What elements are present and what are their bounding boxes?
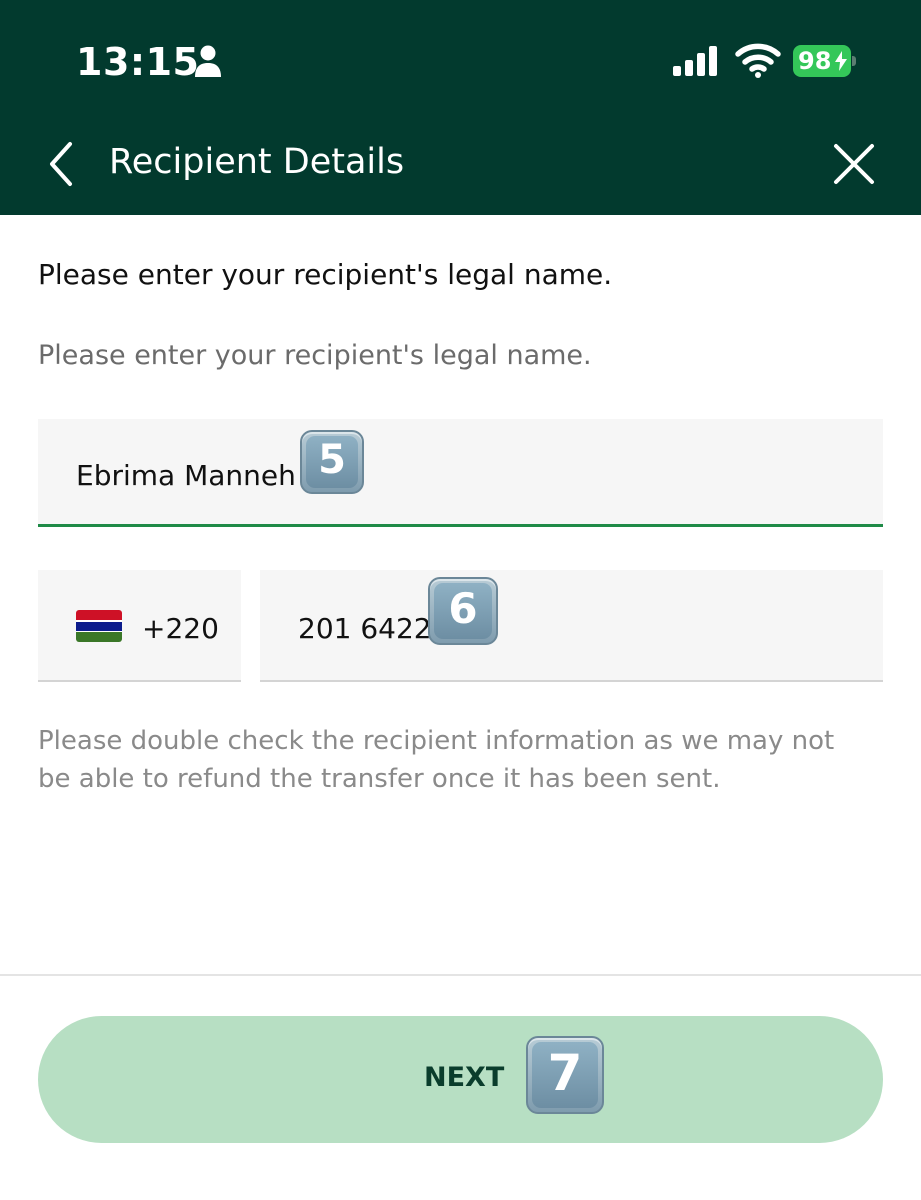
- country-dial-code: +220: [142, 612, 219, 645]
- close-icon[interactable]: [832, 142, 876, 186]
- back-chevron-icon[interactable]: [44, 140, 78, 188]
- app-header: 13:15 98 Recipient Details: [0, 0, 921, 215]
- battery-level: 98: [798, 47, 832, 75]
- next-button-label: NEXT: [424, 1062, 505, 1093]
- name-field-label: Please enter your recipient's legal name…: [38, 340, 592, 371]
- divider: [0, 974, 921, 976]
- page-title: Recipient Details: [109, 142, 405, 182]
- phone-number-input[interactable]: 201 6422 6: [260, 570, 883, 682]
- annotation-badge: 6: [428, 577, 498, 645]
- annotation-badge: 7: [526, 1036, 604, 1114]
- status-time: 13:15: [76, 40, 200, 84]
- recipient-name-input[interactable]: Ebrima Manneh 5: [38, 419, 883, 527]
- signal-icon: [673, 46, 717, 76]
- charging-icon: [835, 51, 847, 71]
- wifi-icon: [735, 43, 781, 78]
- country-code-selector[interactable]: +220: [38, 570, 241, 682]
- disclaimer-text: Please double check the recipient inform…: [38, 726, 835, 794]
- next-button[interactable]: NEXT 7: [38, 1016, 883, 1143]
- gambia-flag-icon: [76, 610, 122, 642]
- instruction-text: Please enter your recipient's legal name…: [38, 258, 613, 291]
- recipient-name-value: Ebrima Manneh: [76, 459, 296, 492]
- annotation-badge: 5: [300, 430, 364, 494]
- person-icon: [195, 45, 221, 77]
- battery-indicator: 98: [793, 45, 857, 77]
- battery-tip: [852, 56, 856, 66]
- phone-number-value: 201 6422: [298, 612, 432, 645]
